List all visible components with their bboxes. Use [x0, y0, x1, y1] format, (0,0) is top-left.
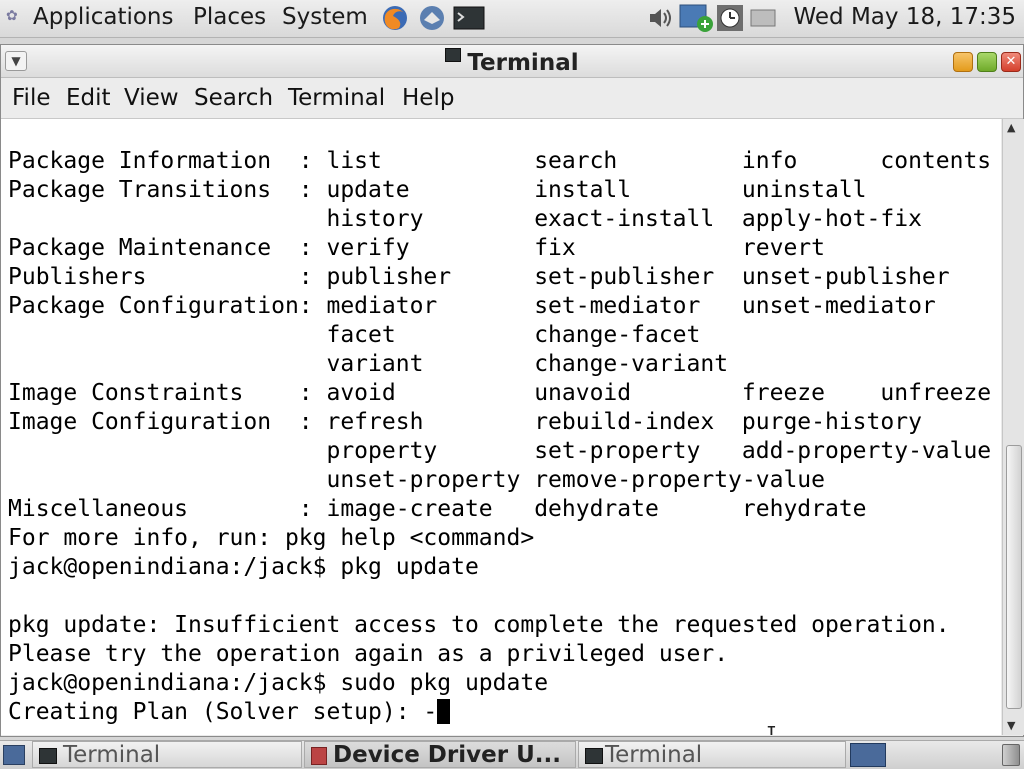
- prompt-line: jack@openindiana:/jack$ sudo pkg update: [8, 670, 549, 696]
- clock[interactable]: Wed May 18, 17:35: [794, 4, 1017, 30]
- output-line: Image Configuration : refresh rebuild-in…: [8, 409, 922, 435]
- thunderbird-icon[interactable]: [418, 4, 446, 32]
- mouse-ibeam-cursor: I: [766, 723, 777, 735]
- output-line: Package Maintenance : verify fix revert: [8, 235, 825, 261]
- menu-bar: File Edit View Search Terminal Help: [1, 78, 1023, 119]
- taskbar-label: Device Driver U...: [333, 742, 561, 768]
- output-line: Image Constraints : avoid unavoid freeze…: [8, 380, 992, 406]
- taskbar-label: Terminal: [605, 742, 703, 768]
- output-line: property set-property add-property-value: [8, 438, 992, 464]
- scrollbar[interactable]: ▲ ▼: [1002, 119, 1024, 735]
- clock-applet-icon[interactable]: [716, 4, 744, 32]
- display-icon[interactable]: [749, 4, 777, 32]
- terminal-title-icon: [445, 48, 462, 62]
- prompt-line: jack@openindiana:/jack$ pkg update: [8, 554, 479, 580]
- device-driver-icon: [311, 747, 327, 765]
- terminal-icon: [585, 748, 603, 764]
- current-line: Creating Plan (Solver setup): -: [8, 699, 438, 725]
- menu-search[interactable]: Search: [194, 85, 273, 111]
- minimize-button[interactable]: [953, 52, 973, 72]
- output-line: facet change-facet: [8, 322, 701, 348]
- system-menu[interactable]: System: [282, 4, 368, 30]
- menu-file[interactable]: File: [12, 85, 51, 111]
- taskbar-item-device-driver[interactable]: Device Driver U...: [304, 741, 576, 768]
- applications-menu[interactable]: Applications: [33, 4, 174, 30]
- places-menu[interactable]: Places: [193, 4, 266, 30]
- output-line: Miscellaneous : image-create dehydrate r…: [8, 496, 867, 522]
- menu-terminal[interactable]: Terminal: [288, 85, 385, 111]
- maximize-button[interactable]: [977, 52, 997, 72]
- text-cursor: [437, 699, 451, 724]
- bottom-panel: Terminal Device Driver U... Terminal: [0, 740, 1024, 769]
- terminal-window: ▼ Terminal ✕ File Edit View Search Termi…: [0, 44, 1024, 737]
- output-line: history exact-install apply-hot-fix: [8, 206, 922, 232]
- taskbar-label: Terminal: [63, 742, 161, 768]
- terminal-icon: [39, 748, 57, 764]
- output-line: Publishers : publisher set-publisher uns…: [8, 264, 950, 290]
- error-line: pkg update: Insufficient access to compl…: [8, 612, 950, 638]
- scroll-thumb[interactable]: [1006, 445, 1022, 709]
- scroll-up-arrow-icon[interactable]: ▲: [1007, 121, 1015, 134]
- output-line: Package Configuration: mediator set-medi…: [8, 293, 936, 319]
- menu-view[interactable]: View: [124, 85, 179, 111]
- trash-icon[interactable]: [1002, 744, 1020, 766]
- firefox-icon[interactable]: [381, 4, 409, 32]
- volume-icon[interactable]: [646, 4, 674, 32]
- network-update-icon[interactable]: [679, 4, 715, 32]
- close-button[interactable]: ✕: [1001, 52, 1021, 72]
- top-panel: ✿ Applications Places System Wed May 18,…: [0, 0, 1024, 38]
- output-line: variant change-variant: [8, 351, 729, 377]
- taskbar-item-terminal[interactable]: Terminal: [32, 741, 302, 768]
- terminal-launcher-icon[interactable]: [453, 4, 485, 32]
- output-line: For more info, run: pkg help <command>: [8, 525, 535, 551]
- terminal-output[interactable]: Package Information : list search info c…: [1, 119, 1001, 735]
- show-desktop-icon[interactable]: [3, 745, 25, 765]
- output-line: unset-property remove-property-value: [8, 467, 825, 493]
- terminal-text: Package Information : list search info c…: [8, 147, 991, 727]
- error-line: Please try the operation again as a priv…: [8, 641, 729, 667]
- title-bar[interactable]: ▼ Terminal ✕: [1, 45, 1023, 78]
- window-title: Terminal: [467, 50, 579, 76]
- taskbar-item-terminal-2[interactable]: Terminal: [578, 741, 846, 768]
- scroll-down-arrow-icon[interactable]: ▼: [1007, 719, 1015, 732]
- output-line: Package Information : list search info c…: [8, 148, 992, 174]
- menu-help[interactable]: Help: [402, 85, 454, 111]
- menu-edit[interactable]: Edit: [66, 85, 111, 111]
- foot-logo-icon[interactable]: ✿: [6, 8, 18, 24]
- output-line: Package Transitions : update install uni…: [8, 177, 867, 203]
- workspace-switcher[interactable]: [850, 743, 886, 767]
